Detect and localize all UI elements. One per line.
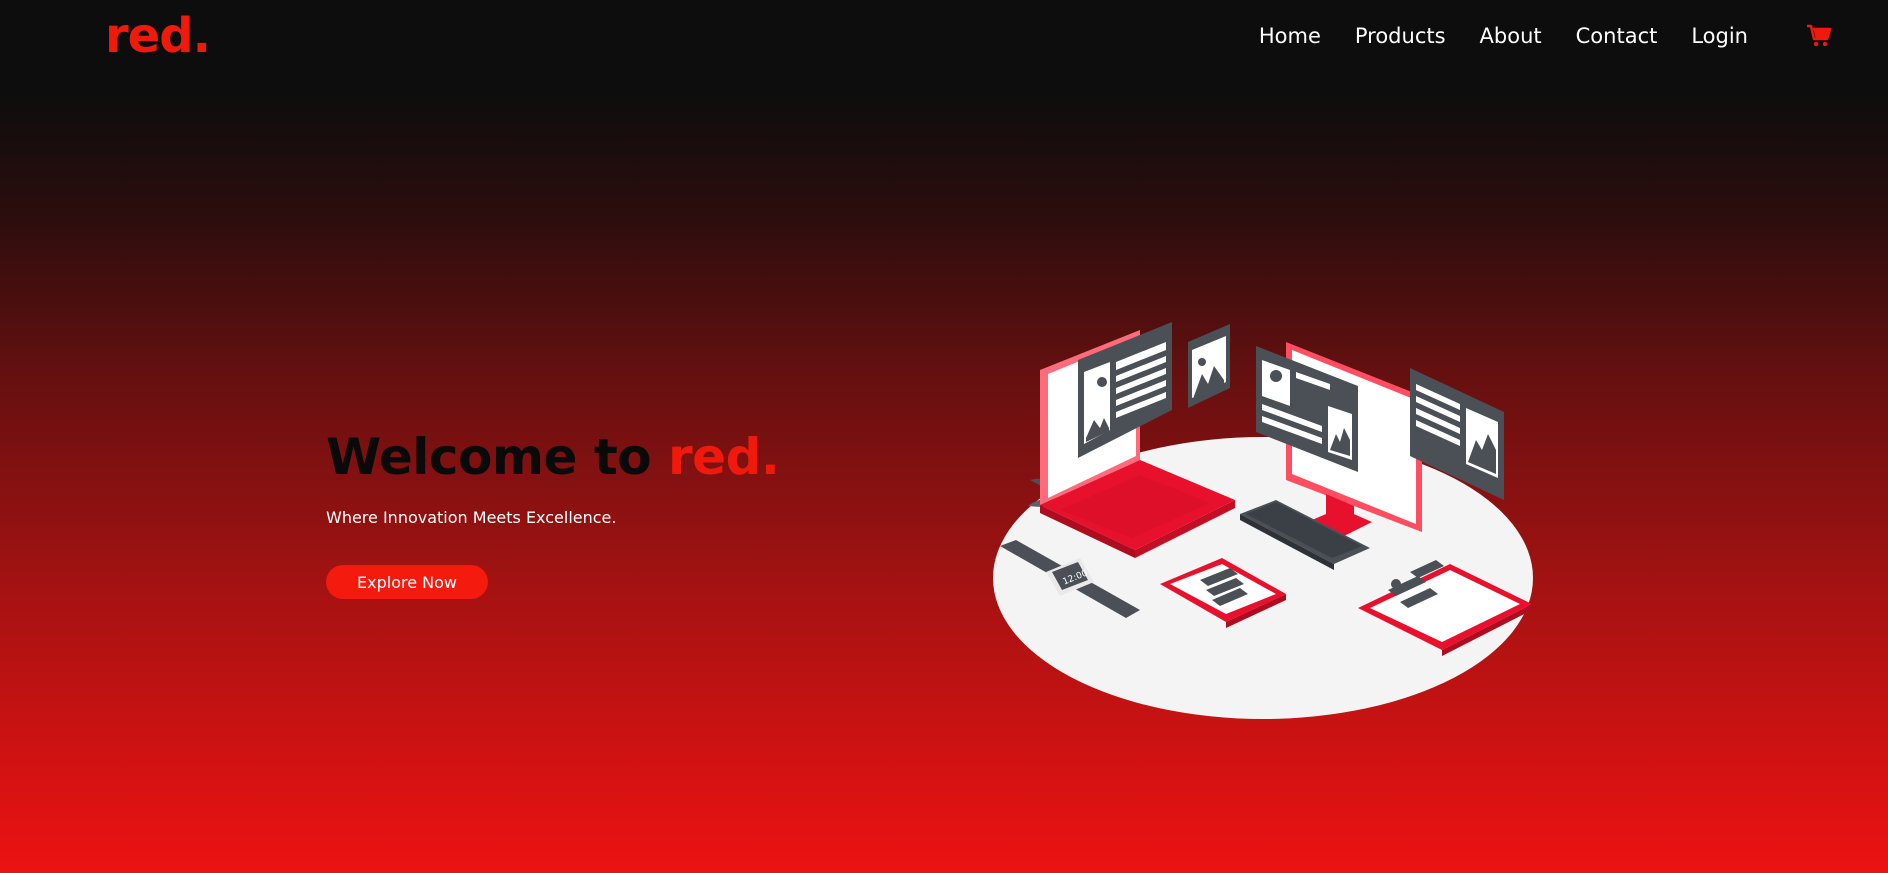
navbar: red. Home Products About Contact Login bbox=[0, 0, 1888, 80]
nav-link-home[interactable]: Home bbox=[1259, 24, 1321, 48]
nav-link-contact[interactable]: Contact bbox=[1576, 24, 1658, 48]
hero-title-accent: red. bbox=[668, 428, 780, 486]
devices-illustration: 12:00 bbox=[990, 310, 1540, 730]
nav-links: Home Products About Contact Login bbox=[1259, 24, 1748, 48]
hero-title-prefix: Welcome to bbox=[326, 428, 668, 486]
brand-logo[interactable]: red. bbox=[105, 8, 211, 64]
hero-title: Welcome to red. bbox=[326, 428, 780, 486]
hero-subtitle: Where Innovation Meets Excellence. bbox=[326, 508, 617, 527]
nav-link-login[interactable]: Login bbox=[1691, 24, 1748, 48]
nav-link-about[interactable]: About bbox=[1480, 24, 1542, 48]
explore-now-button[interactable]: Explore Now bbox=[326, 565, 488, 599]
shopping-cart-icon[interactable] bbox=[1806, 24, 1832, 48]
nav-link-products[interactable]: Products bbox=[1355, 24, 1446, 48]
photo-card-icon bbox=[1188, 324, 1230, 408]
hero-text: Welcome to red. Where Innovation Meets E… bbox=[326, 428, 780, 527]
